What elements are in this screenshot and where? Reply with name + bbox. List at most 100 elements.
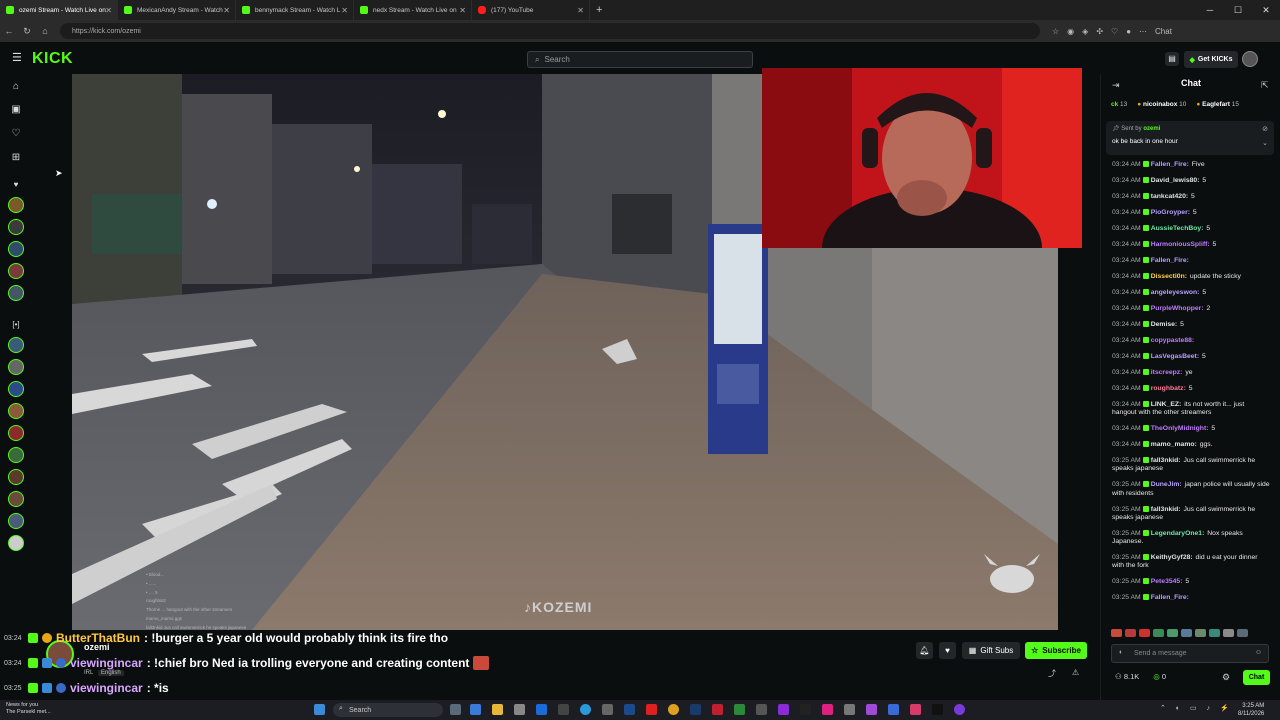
notifications-button[interactable]: 🔔︎: [916, 642, 933, 659]
chevron-down-icon[interactable]: ⌄: [1262, 139, 1268, 147]
chat-settings-icon[interactable]: ◐: [1119, 649, 1123, 656]
stream-category[interactable]: IRL: [84, 670, 93, 676]
channel-avatar[interactable]: [8, 285, 24, 301]
chat-username[interactable]: mamo_mamo:: [1151, 441, 1197, 448]
emoji-icon[interactable]: ☺: [1255, 649, 1262, 656]
chat-username[interactable]: roughbatz:: [1151, 385, 1186, 392]
chat-username[interactable]: KeithyGyf28:: [1151, 554, 1193, 561]
browser-tab[interactable]: nedx Stream - Watch Live on ✕: [354, 0, 472, 20]
emote-icon[interactable]: [1181, 629, 1192, 637]
file-explorer-icon[interactable]: [492, 704, 503, 715]
browser-tab[interactable]: bennymack Stream - Watch L ✕: [236, 0, 354, 20]
popout-chat-icon[interactable]: ⇱: [1261, 80, 1269, 91]
chat-username[interactable]: Demise:: [1151, 321, 1177, 328]
profile-icon[interactable]: ●: [1126, 27, 1131, 36]
follow-button[interactable]: ♥: [939, 642, 956, 659]
more-icon[interactable]: ⋯: [1139, 27, 1147, 36]
app-icon[interactable]: [470, 704, 481, 715]
emote-icon[interactable]: [1237, 629, 1248, 637]
leaderboard-entry[interactable]: ● Eaglefart 15: [1196, 101, 1239, 108]
report-icon[interactable]: ⚠: [1072, 668, 1079, 677]
tiktok-icon[interactable]: [822, 704, 833, 715]
channel-avatar[interactable]: [8, 359, 24, 375]
language-tag[interactable]: English: [98, 670, 124, 676]
close-tab-icon[interactable]: ✕: [577, 6, 584, 15]
chat-input[interactable]: ◐ Send a message ☺: [1111, 644, 1269, 663]
star-icon[interactable]: ☆: [1052, 27, 1059, 36]
get-kicks-button[interactable]: ◆ Get KICKs: [1184, 51, 1238, 68]
maximize-icon[interactable]: ☐: [1224, 0, 1252, 20]
chat-username[interactable]: TheOnlyMidnight:: [1151, 425, 1209, 432]
emote-icon[interactable]: [1139, 629, 1150, 637]
send-chat-button[interactable]: Chat: [1243, 670, 1270, 685]
emote-icon[interactable]: [1167, 629, 1178, 637]
emote-icon[interactable]: [1111, 629, 1122, 637]
close-tab-icon[interactable]: ✕: [459, 6, 466, 15]
close-tab-icon[interactable]: ✕: [223, 6, 230, 15]
steam-icon[interactable]: [624, 704, 635, 715]
user-avatar[interactable]: [1242, 51, 1258, 67]
copilot-chat-button[interactable]: Chat: [1155, 27, 1172, 36]
chat-username[interactable]: fall3nkid:: [1151, 506, 1181, 513]
chat-username[interactable]: DuneJim:: [1151, 481, 1182, 488]
gear-icon[interactable]: ⚙: [1222, 672, 1230, 683]
new-tab-button[interactable]: +: [590, 0, 610, 20]
search-input[interactable]: ⌕ Search: [527, 51, 753, 68]
emote-icon[interactable]: [1153, 629, 1164, 637]
channel-avatar[interactable]: [8, 241, 24, 257]
emote-icon[interactable]: [1125, 629, 1136, 637]
chat-username[interactable]: AussieTechBoy:: [1151, 225, 1204, 232]
channel-avatar[interactable]: [8, 403, 24, 419]
app-icon[interactable]: [866, 704, 877, 715]
url-field[interactable]: https://kick.com/ozemi: [60, 23, 1040, 39]
browser-tab[interactable]: ozemi Stream - Watch Live on ✕: [0, 0, 118, 20]
chat-username[interactable]: LINK_EZ:: [1151, 401, 1182, 408]
chat-username[interactable]: Dissecti0n:: [1151, 273, 1187, 280]
channel-avatar[interactable]: [8, 447, 24, 463]
app-icon[interactable]: [558, 704, 569, 715]
channel-avatar[interactable]: [8, 381, 24, 397]
extension-icon[interactable]: ◈: [1082, 27, 1088, 36]
channel-avatar[interactable]: [8, 513, 24, 529]
puzzle-icon[interactable]: ✣: [1096, 27, 1103, 36]
channel-avatar[interactable]: [8, 469, 24, 485]
following-nav-icon[interactable]: ♡: [9, 127, 23, 141]
refresh-icon[interactable]: ↻: [18, 26, 36, 37]
chat-username[interactable]: PurpleWhopper:: [1151, 305, 1204, 312]
chat-username[interactable]: LasVegasBeet:: [1151, 353, 1199, 360]
subscribe-button[interactable]: ☆ Subscribe: [1025, 642, 1087, 659]
youtube-icon[interactable]: [646, 704, 657, 715]
close-window-icon[interactable]: ✕: [1252, 0, 1280, 20]
back-icon[interactable]: ←: [0, 26, 18, 36]
emote-icon[interactable]: [1195, 629, 1206, 637]
chat-username[interactable]: fall3nkid:: [1151, 457, 1181, 464]
browse-nav-icon[interactable]: ▣: [9, 103, 23, 117]
categories-nav-icon[interactable]: ⊞: [9, 151, 23, 165]
taskbar-clock[interactable]: 3:25 AM 8/11/2026: [1238, 702, 1264, 718]
minimize-icon[interactable]: ─: [1196, 0, 1224, 20]
leaderboard-entry[interactable]: ck 13: [1111, 101, 1127, 108]
channel-avatar[interactable]: [8, 337, 24, 353]
app-icon[interactable]: [932, 704, 943, 715]
browser-tab[interactable]: MexicanAndy Stream - Watch ✕: [118, 0, 236, 20]
xbox-icon[interactable]: [734, 704, 745, 715]
chrome-icon[interactable]: [668, 704, 679, 715]
home-nav-icon[interactable]: ⌂: [9, 80, 23, 94]
task-view-icon[interactable]: [450, 704, 461, 715]
chat-username[interactable]: LegendaryOne1:: [1151, 530, 1205, 537]
chat-username[interactable]: PioGroyper:: [1151, 209, 1190, 216]
browser-tab[interactable]: (177) YouTube ✕: [472, 0, 590, 20]
chat-username[interactable]: David_lewis80:: [1151, 177, 1200, 184]
extension-icon[interactable]: ◉: [1067, 27, 1074, 36]
start-icon[interactable]: [314, 704, 325, 715]
gift-subs-button[interactable]: ▦ Gift Subs: [962, 642, 1020, 659]
app-icon[interactable]: [888, 704, 899, 715]
channel-avatar[interactable]: [8, 197, 24, 213]
emote-icon[interactable]: [1209, 629, 1220, 637]
app-icon[interactable]: [514, 704, 525, 715]
app-icon[interactable]: [602, 704, 613, 715]
obs-icon[interactable]: [954, 704, 965, 715]
chat-username[interactable]: Pete3545:: [1151, 578, 1183, 585]
chat-username[interactable]: itscreepz:: [1151, 369, 1183, 376]
chat-username[interactable]: HarmoniousSpliff:: [1151, 241, 1210, 248]
